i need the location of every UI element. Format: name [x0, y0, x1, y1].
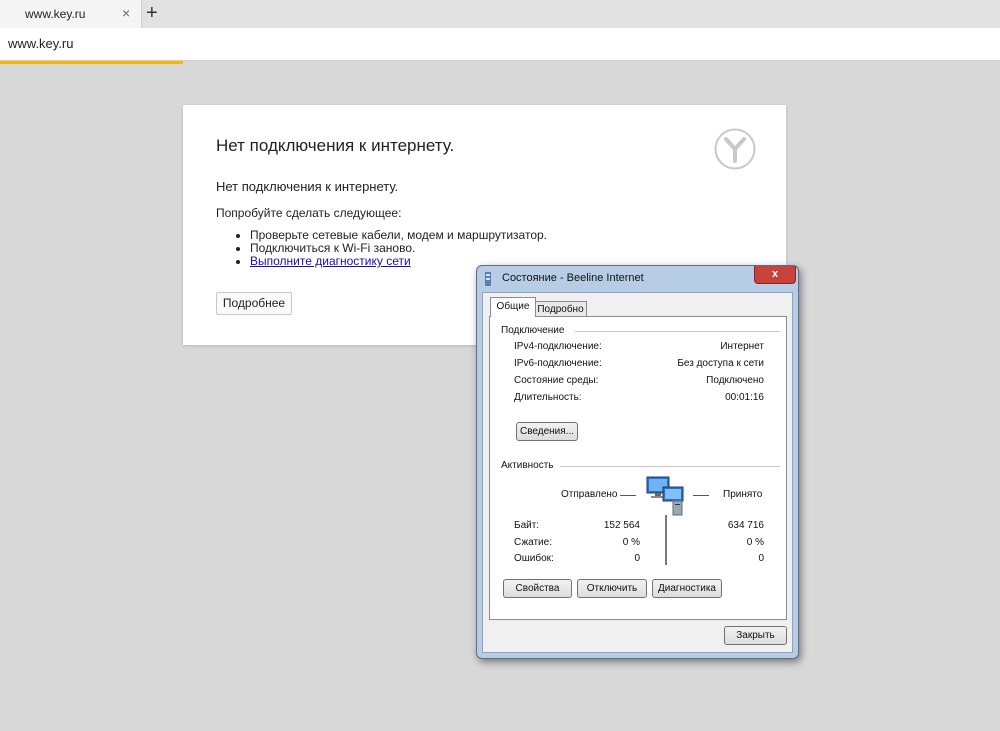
details-button[interactable]: Сведения... [516, 422, 578, 441]
duration-value: 00:01:16 [725, 392, 764, 403]
received-dash [693, 495, 709, 496]
compression-sent-value: 0 % [622, 537, 640, 548]
suggestion-list: Проверьте сетевые кабели, модем и маршру… [216, 229, 547, 268]
diagnostics-button[interactable]: Диагностика [652, 579, 722, 598]
close-button[interactable]: Закрыть [724, 626, 787, 645]
dialog-close-icon[interactable]: x [754, 266, 796, 284]
ipv6-label: IPv6-подключение: [514, 358, 602, 369]
compression-label: Сжатие: [514, 537, 552, 548]
page-load-progress [0, 61, 183, 64]
group-divider [560, 466, 780, 467]
bytes-label: Байт: [514, 520, 540, 531]
tab-close-icon[interactable]: × [122, 5, 130, 21]
more-button[interactable]: Подробнее [216, 292, 292, 315]
activity-group-label: Активность [501, 460, 554, 471]
errors-label: Ошибок: [514, 553, 554, 564]
duration-label: Длительность: [514, 392, 582, 403]
dialog-client: Подробно Подключение IPv4-подключение: И… [482, 292, 793, 653]
error-try-label: Попробуйте сделать следующее: [216, 206, 402, 220]
media-state-label: Состояние среды: [514, 375, 599, 386]
errors-sent-value: 0 [634, 553, 640, 564]
browser-tab[interactable]: www.key.ru × [0, 0, 142, 28]
bytes-received-value: 634 716 [727, 520, 764, 531]
error-subtitle: Нет подключения к интернету. [216, 179, 399, 194]
address-text[interactable]: www.key.ru [8, 36, 74, 51]
disconnect-button[interactable]: Отключить [577, 579, 647, 598]
ipv4-value: Интернет [720, 341, 764, 352]
compression-received-value: 0 % [746, 537, 764, 548]
network-computers-icon [646, 476, 684, 516]
connection-status-dialog: Состояние - Beeline Internet x Подробно … [476, 265, 799, 659]
yandex-browser-logo-icon [714, 128, 756, 170]
ipv6-value: Без доступа к сети [677, 358, 764, 369]
tab-title: www.key.ru [25, 7, 86, 21]
bytes-sent-value: 152 564 [603, 520, 640, 531]
sent-dash [620, 495, 636, 496]
activity-divider [665, 515, 667, 565]
connection-group-label: Подключение [501, 325, 565, 336]
received-label: Принято [723, 489, 763, 500]
diagnostics-link[interactable]: Выполните диагностику сети [250, 254, 411, 268]
new-tab-icon[interactable]: + [146, 2, 158, 24]
tab-bar: www.key.ru × + [0, 0, 1000, 28]
network-adapter-icon [485, 272, 491, 286]
sent-label: Отправлено [561, 489, 618, 500]
dialog-title: Состояние - Beeline Internet [502, 272, 644, 284]
ipv4-label: IPv4-подключение: [514, 341, 602, 352]
properties-button[interactable]: Свойства [503, 579, 572, 598]
group-divider [575, 331, 780, 332]
media-state-value: Подключено [706, 375, 764, 386]
tab-general[interactable]: Общие [490, 297, 536, 317]
error-title: Нет подключения к интернету. [216, 136, 455, 155]
tab-details[interactable]: Подробно [534, 301, 587, 317]
address-bar[interactable]: www.key.ru [0, 28, 1000, 61]
general-panel: Подключение IPv4-подключение: Интернет I… [489, 316, 787, 620]
errors-received-value: 0 [758, 553, 764, 564]
